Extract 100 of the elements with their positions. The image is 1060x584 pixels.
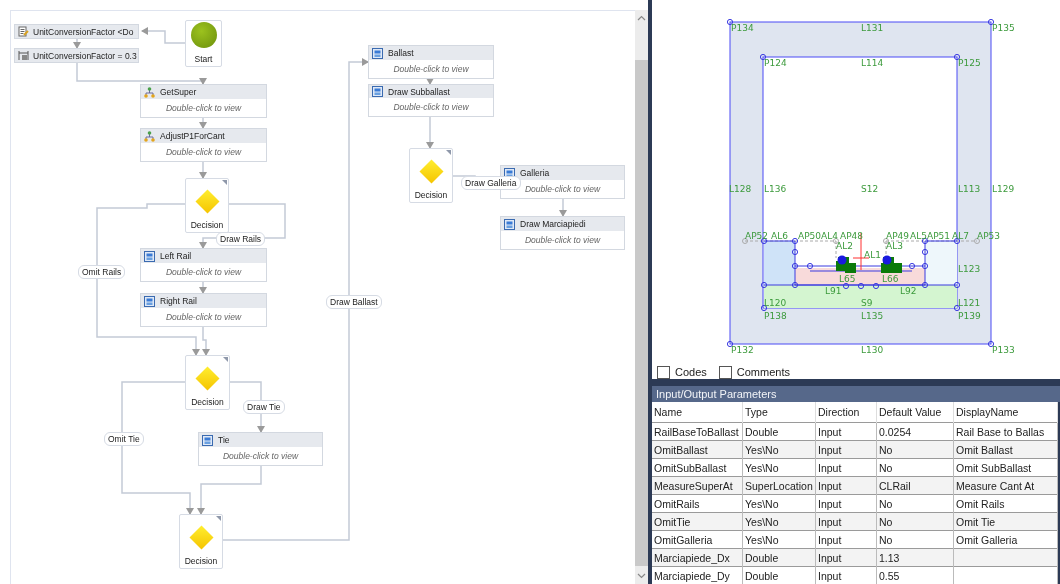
corner-mark-icon [446,150,451,155]
geometry-label: AP48 [840,231,864,241]
table-cell: Marciapiede_Dy [652,566,743,584]
activity-card[interactable]: Right Rail Double-click to view [140,293,267,327]
column-header[interactable]: Direction [815,402,877,423]
table-cell: Input [815,494,877,513]
checkbox-label: Codes [675,366,707,378]
hint-text: Double-click to view [392,101,470,114]
checkbox-label: Comments [736,366,790,378]
geometry-label: AL4 [821,231,838,241]
node-label: Decision [414,190,448,200]
node-label: Decision [190,220,224,230]
table-cell: RailBaseToBallast [652,422,743,441]
table-cell: 1.13 [876,548,954,567]
column-header[interactable]: Name [652,402,743,423]
hierarchy-icon [144,130,155,142]
activity-title: GetSuper [160,87,197,97]
corner-mark-icon [223,357,228,362]
connector-arrow [141,27,186,44]
start-node[interactable]: Start [185,20,222,67]
table-cell: Measure Cant At [953,476,1058,495]
geometry-label: L129 [992,184,1015,194]
table-cell: Yes\No [742,440,816,459]
hint-text: Double-click to view [221,450,300,463]
geometry-label: AP49 [886,231,910,241]
connector-arrow [199,117,207,129]
geometry-label: AL2 [836,241,853,251]
table-cell: Double [742,566,816,584]
table-cell: Input [815,440,877,459]
checkbox[interactable] [657,365,670,379]
geometry-label: P134 [731,23,754,33]
decision-node[interactable]: Decision [185,178,229,233]
geometry-label: L65 [839,274,856,284]
connector-arrow [199,160,207,179]
hint-text: Double-click to view [164,146,243,159]
geometry-label: AP50 [798,231,822,241]
table-cell: No [876,530,954,549]
connector-arrow [202,325,210,356]
decision-node[interactable]: Decision [185,355,230,410]
table-cell: Input [815,458,877,477]
table-cell: OmitGalleria [652,530,743,549]
geometry-label: P125 [958,58,981,68]
document-icon [372,47,383,59]
geometry-label: L131 [861,23,884,33]
geometry-label: L91 [825,286,842,296]
panel-title: Input/Output Parameters [652,386,1060,402]
column-header[interactable]: Type [742,402,816,423]
activity-title: AdjustP1ForCant [160,131,225,141]
document-icon [144,250,155,262]
hint-text: Double-click to view [523,234,602,247]
geometry-label: L113 [958,184,981,194]
document-icon [144,295,155,307]
activity-card[interactable]: Tie Double-click to view [198,432,323,466]
geometry-label: AL7 [952,231,969,241]
activity-title: UnitConversionFactor = 0.3 [33,50,137,61]
table-cell: Marciapiede_Dx [652,548,743,567]
edge-label: Draw Tie [243,400,285,414]
geometry-label: AL5 [910,231,927,241]
column-header[interactable]: Default Value [876,402,954,423]
decision-node[interactable]: Decision [179,514,223,569]
table-cell: MeasureSuperAt [652,476,743,495]
table-cell: No [876,512,954,531]
column-header[interactable]: DisplayName [953,402,1058,423]
node-label: Decision [184,556,218,566]
decision-node[interactable]: Decision [409,148,453,203]
edge-label: Draw Rails [216,232,266,246]
geometry-label: L135 [861,311,884,321]
activity-card[interactable]: Ballast Double-click to view [368,45,494,79]
hint-text: Double-click to view [392,63,470,76]
table-cell: 0.0254 [876,422,954,441]
connector-arrow [73,37,81,49]
geometry-label: P138 [764,311,787,321]
corner-mark-icon [216,516,221,521]
hint-text: Double-click to view [164,311,243,324]
activity-card[interactable]: Draw Subballast Double-click to view [368,84,494,117]
activity-card[interactable]: Left Rail Double-click to view [140,248,267,282]
table-cell: No [876,494,954,513]
table-cell: Yes\No [742,530,816,549]
assign-activity[interactable]: UnitConversionFactor = 0.3 [14,48,139,63]
table-cell: SuperLocation [742,476,816,495]
activity-card[interactable]: AdjustP1ForCant Double-click to view [140,128,267,162]
checkbox[interactable] [718,365,732,379]
geometry-label: L123 [958,264,981,274]
table-cell: OmitSubBallast [652,458,743,477]
activity-title: Right Rail [160,296,197,306]
activity-card[interactable]: Draw Marciapiedi Double-click to view [500,216,625,250]
geometry-label: P124 [764,58,787,68]
geometry-label: L114 [861,58,884,68]
table-cell: Rail Base to Ballas [953,422,1058,441]
geometry-label: AL1 [864,250,881,260]
connector-arrow [426,115,434,149]
geometry-label: P132 [731,345,754,355]
geometry-label: L130 [861,345,884,355]
activity-card[interactable]: GetSuper Double-click to view [140,84,267,118]
connector-arrow [559,197,567,217]
geometry-label: L121 [958,298,981,308]
table-cell: Double [742,548,816,567]
assign-activity[interactable]: UnitConversionFactor <Do [14,24,139,39]
table-cell: Omit Rails [953,494,1058,513]
table-cell: Input [815,566,877,584]
